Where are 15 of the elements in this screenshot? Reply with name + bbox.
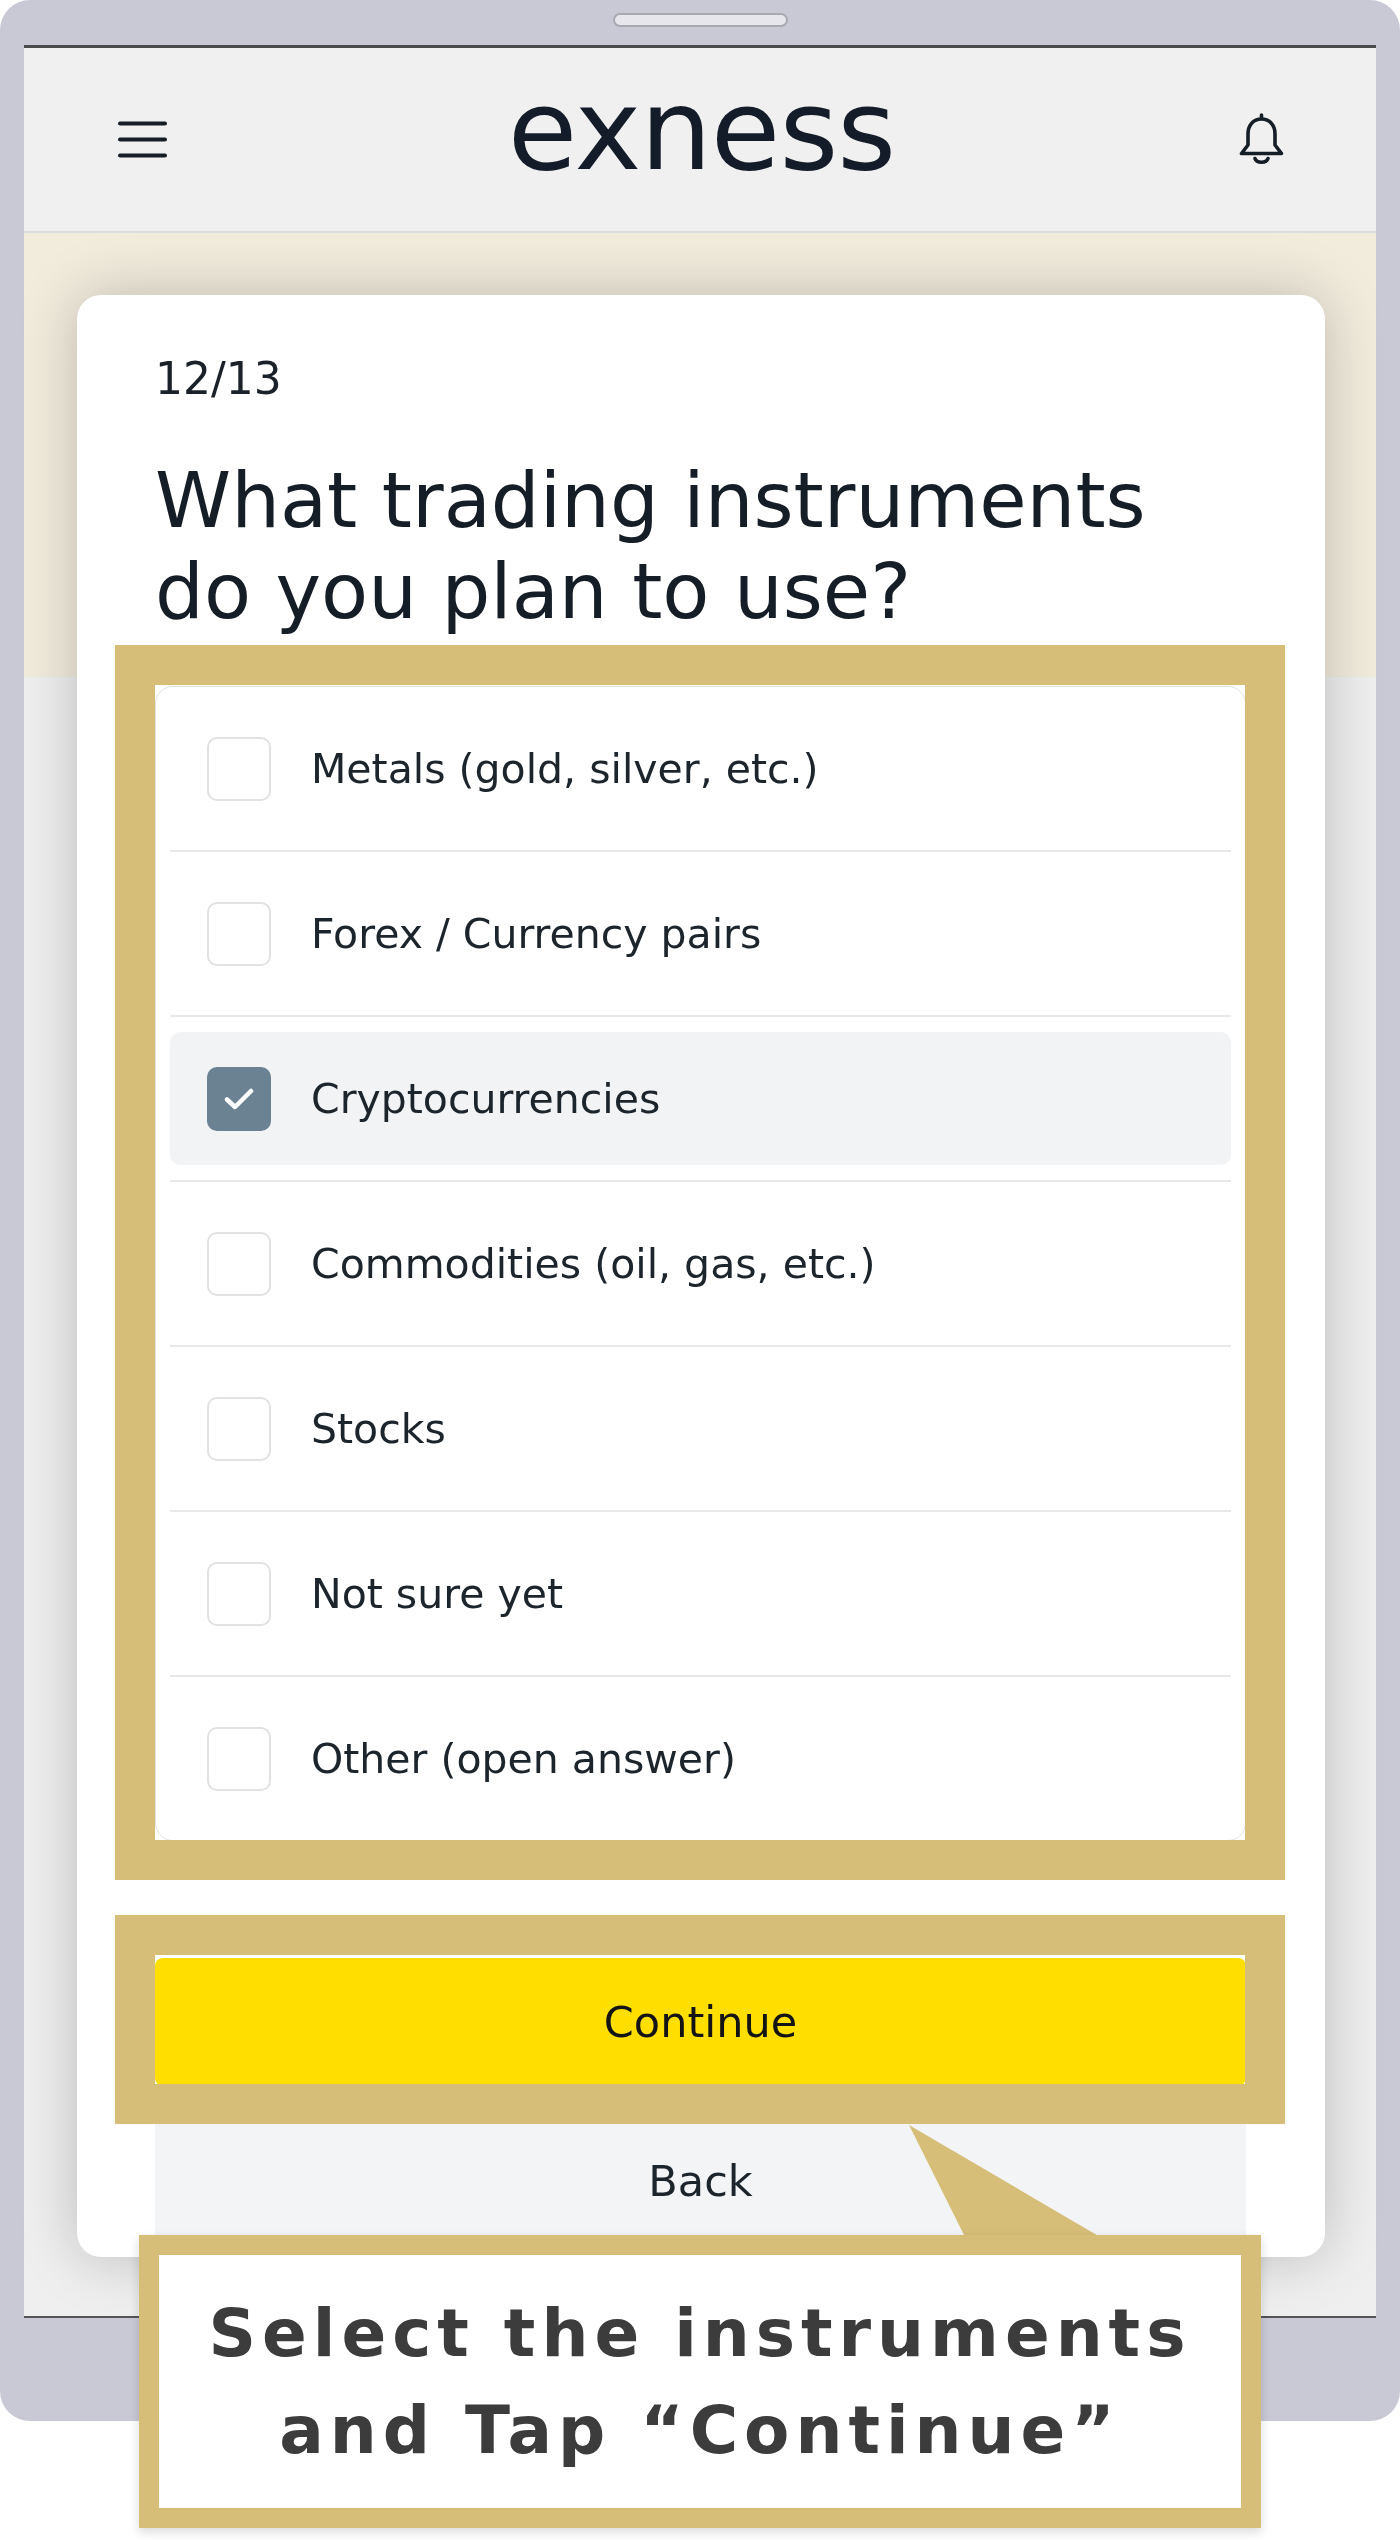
option-item[interactable]: Cryptocurrencies <box>170 1032 1231 1165</box>
step-counter: 12/13 <box>155 352 283 405</box>
checkbox[interactable] <box>207 1066 271 1131</box>
primary-button[interactable]: Continue <box>155 1958 1246 2086</box>
menu-icon[interactable] <box>118 121 167 158</box>
instruction-callout: Select the instruments and Tap “Continue” <box>139 2235 1261 2528</box>
check-icon <box>224 1087 254 1110</box>
option-item[interactable]: Not sure yet <box>170 1527 1231 1660</box>
option-item[interactable]: Forex / Currency pairs <box>170 867 1231 1000</box>
option-item[interactable]: Metals (gold, silver, etc.) <box>170 702 1231 835</box>
option-item[interactable]: Stocks <box>170 1362 1231 1495</box>
option-item[interactable]: Commodities (oil, gas, etc.) <box>170 1197 1231 1330</box>
question-title: What trading instruments do you plan to use? <box>155 455 1147 637</box>
brand-logo: exness <box>507 74 896 187</box>
option-item[interactable]: Other (open answer) <box>170 1692 1231 1825</box>
